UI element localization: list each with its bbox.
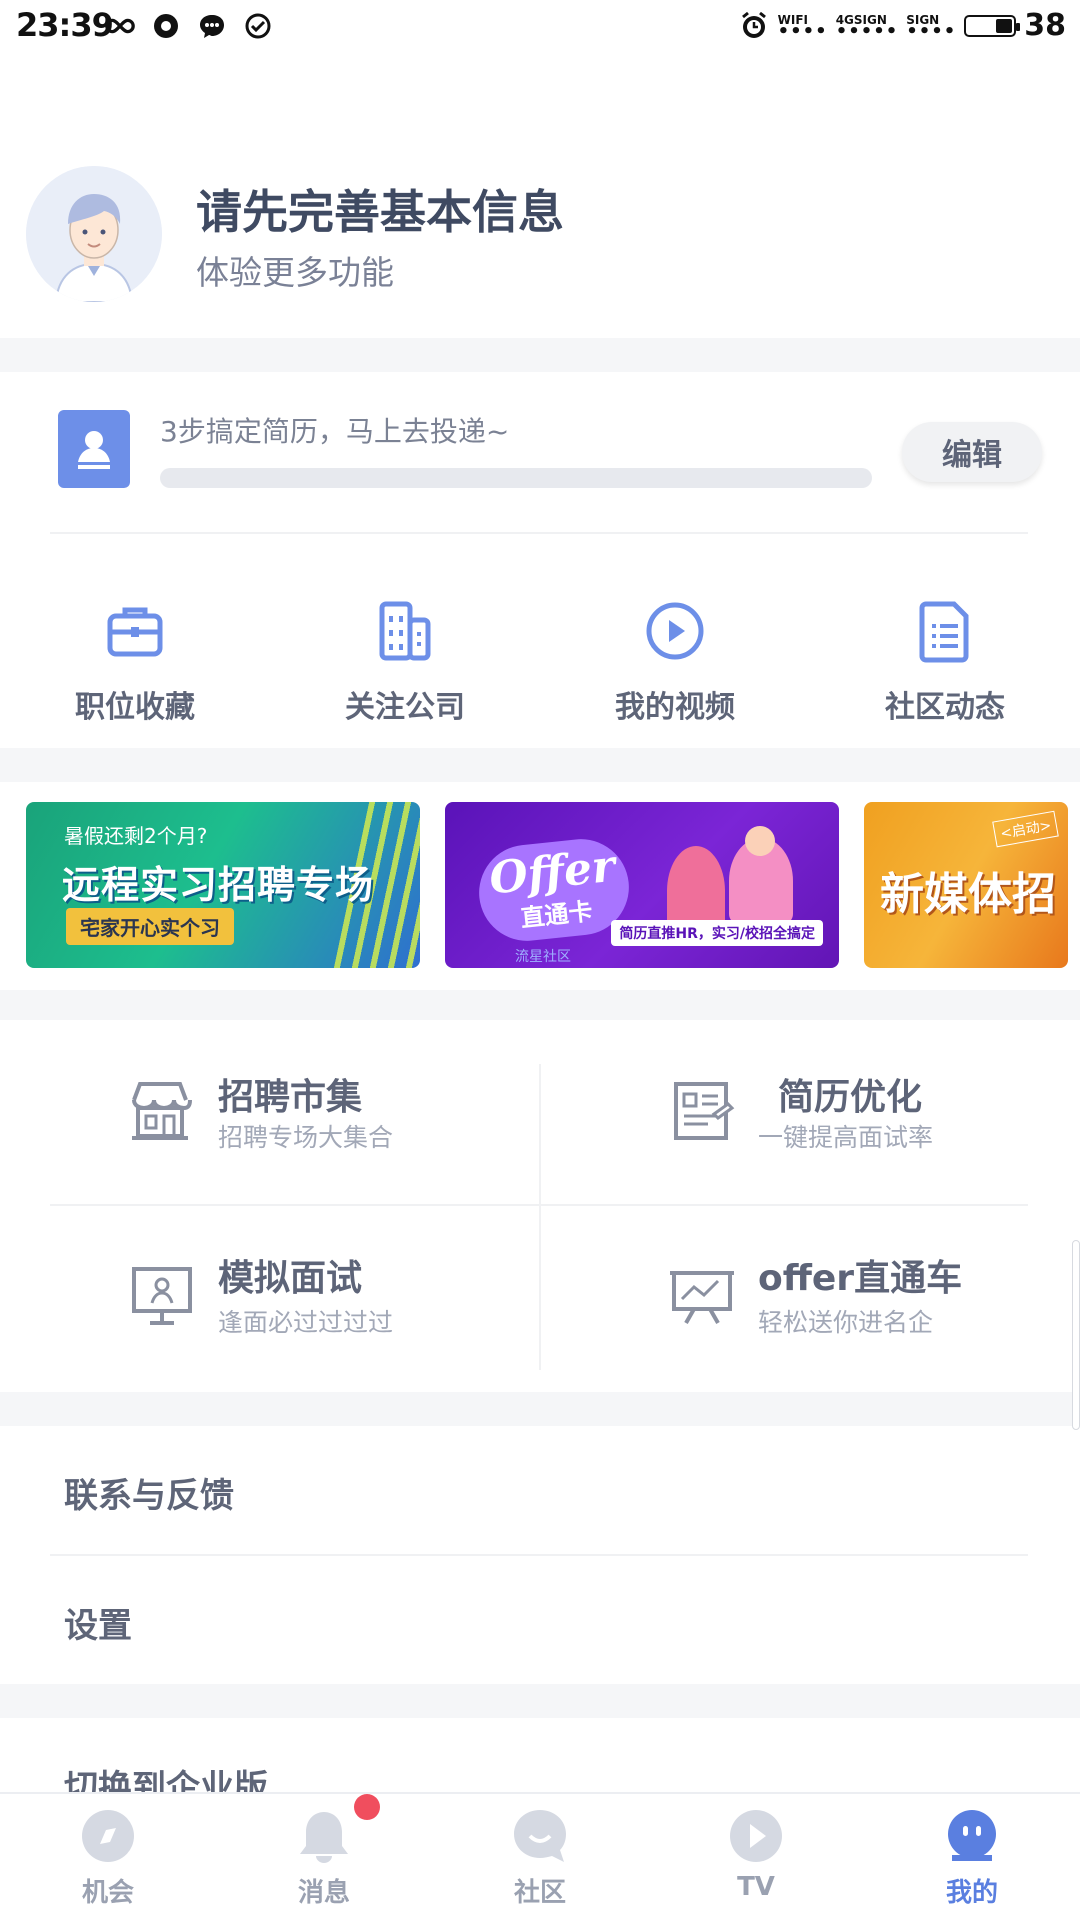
briefcase-icon	[107, 607, 163, 657]
chart-board-icon	[670, 1271, 734, 1324]
quick-link-label: 社区动态	[885, 690, 1005, 725]
banner-main-text: 新媒体招	[880, 869, 1056, 920]
offer-badge: Offer 直通卡	[474, 834, 634, 946]
service-mock-interview[interactable]: 模拟面试 逢面必过过过过	[0, 1205, 540, 1390]
banner-remote-internship[interactable]: 暑假还剩2个月? 远程实习招聘专场 宅家开心实个习	[26, 802, 420, 968]
cell-signal-2: SIGN ••••	[906, 14, 957, 42]
chat-smile-icon	[514, 1810, 566, 1862]
profile-subtitle: 体验更多功能	[196, 253, 394, 292]
service-subtitle: 一键提高面试率	[758, 1123, 934, 1152]
edit-resume-button[interactable]: 编辑	[902, 422, 1042, 482]
quick-link-my-videos[interactable]: 我的视频	[540, 590, 810, 740]
service-title: 模拟面试	[218, 1258, 363, 1299]
banner-footer: 流星社区	[515, 949, 571, 965]
tab-label: TV	[737, 1872, 775, 1902]
section-gap	[0, 1392, 1080, 1426]
tab-label: 消息	[297, 1878, 350, 1908]
resume-prompt: 3步搞定简历，马上去投递~	[160, 415, 510, 448]
divider	[539, 1064, 541, 1370]
signal-2-dots: ••••	[906, 20, 957, 42]
battery-icon	[964, 14, 1021, 37]
divider	[50, 532, 1028, 534]
services-grid: 招聘市集 招聘专场大集合 简历优化 一键提高面试率 模拟面试 逢面必过过过过 o…	[0, 1020, 1080, 1390]
menu-item-settings[interactable]: 设置	[0, 1556, 1080, 1684]
profile-face-icon	[948, 1810, 996, 1861]
banner-note: 简历直推HR，实习/校招全搞定	[611, 920, 823, 946]
infinity-icon	[104, 10, 136, 42]
compass-icon	[82, 1810, 134, 1862]
default-avatar-icon	[26, 166, 162, 302]
resume-doc-icon	[674, 1082, 735, 1140]
profile-title[interactable]: 请先完善基本信息	[196, 176, 564, 242]
notification-badge	[354, 1794, 380, 1820]
banner-tag: 宅家开心实个习	[66, 908, 234, 945]
resume-progress-bar	[160, 468, 872, 488]
service-subtitle: 轻松送你进名企	[758, 1308, 934, 1337]
service-subtitle: 逢面必过过过过	[218, 1308, 394, 1337]
play-circle-icon	[646, 602, 704, 660]
offer-card-text: 直通卡	[519, 896, 594, 933]
section-gap	[0, 990, 1080, 1020]
tab-tv[interactable]: TV	[648, 1794, 864, 1920]
resume-icon	[58, 410, 130, 488]
menu-item-label: 联系与反馈	[64, 1476, 234, 1516]
storefront-icon	[132, 1082, 192, 1140]
building-icon	[379, 601, 431, 661]
quick-link-label: 关注公司	[345, 690, 465, 725]
service-recruitment-fair[interactable]: 招聘市集 招聘专场大集合	[0, 1020, 540, 1205]
battery-percent: 38	[1024, 8, 1066, 43]
illustration-head	[745, 826, 775, 856]
tab-label: 我的	[945, 1878, 998, 1908]
tab-messages[interactable]: 消息	[216, 1794, 432, 1920]
service-subtitle: 招聘专场大集合	[218, 1123, 394, 1152]
cell-signal-1: 4GSIGN •••••	[835, 14, 899, 42]
service-title: 简历优化	[778, 1077, 923, 1118]
alarm-icon	[738, 10, 770, 42]
profile-header[interactable]: 请先完善基本信息 体验更多功能	[0, 140, 1080, 340]
service-title: 招聘市集	[218, 1077, 363, 1118]
status-time: 23:39	[16, 6, 114, 44]
service-title: offer直通车	[758, 1258, 963, 1299]
tab-me[interactable]: 我的	[864, 1794, 1080, 1920]
document-list-icon	[919, 601, 969, 663]
section-gap	[0, 1684, 1080, 1718]
service-resume-optimize[interactable]: 简历优化 一键提高面试率	[540, 1020, 1080, 1205]
service-offer-express[interactable]: offer直通车 轻松送你进名企	[540, 1205, 1080, 1390]
quick-link-label: 职位收藏	[75, 690, 195, 725]
wifi-signal: WIFI ••••	[777, 14, 828, 42]
quick-link-label: 我的视频	[615, 690, 735, 725]
status-bar: 23:39 WIFI •••• 4GSIGN ••••• SIGN •••• 3…	[0, 0, 1080, 54]
divider	[50, 1204, 1028, 1206]
tab-opportunities[interactable]: 机会	[0, 1794, 216, 1920]
interview-monitor-icon	[132, 1267, 192, 1325]
quick-link-followed-companies[interactable]: 关注公司	[270, 590, 540, 740]
check-circle-icon	[242, 10, 274, 42]
quick-link-job-favorites[interactable]: 职位收藏	[0, 590, 270, 740]
quick-links: 职位收藏 关注公司 我的视频 社区动态	[0, 590, 1080, 740]
banner-carousel[interactable]: 暑假还剩2个月? 远程实习招聘专场 宅家开心实个习 Offer 直通卡 简历直推…	[0, 780, 1080, 970]
section-gap	[0, 338, 1080, 372]
quick-link-community-feed[interactable]: 社区动态	[810, 590, 1080, 740]
bell-icon	[300, 1812, 348, 1863]
menu-item-label: 设置	[64, 1606, 132, 1646]
avatar[interactable]	[26, 166, 162, 302]
menu-item-contact-feedback[interactable]: 联系与反馈	[0, 1426, 1080, 1554]
signal-1-dots: •••••	[835, 20, 899, 42]
banner-tag: <启动>	[992, 810, 1060, 848]
banner-new-media[interactable]: <启动> 新媒体招	[864, 802, 1068, 968]
banner-main-text: 远程实习招聘专场	[62, 863, 375, 907]
app-notification-icon	[150, 10, 182, 42]
chat-notification-icon	[196, 10, 228, 42]
section-gap	[0, 748, 1080, 782]
tab-community[interactable]: 社区	[432, 1794, 648, 1920]
scrollbar[interactable]	[1072, 1240, 1080, 1430]
tab-label: 机会	[81, 1878, 134, 1908]
offer-text: Offer	[486, 840, 618, 905]
banner-offer-card[interactable]: Offer 直通卡 简历直推HR，实习/校招全搞定 流星社区	[445, 802, 839, 968]
wifi-dots: ••••	[777, 20, 828, 42]
tab-label: 社区	[513, 1878, 566, 1908]
banner-top-text: 暑假还剩2个月?	[64, 824, 208, 848]
play-icon	[730, 1810, 782, 1862]
bottom-tab-bar: 机会 消息 社区 TV 我的	[0, 1792, 1080, 1920]
